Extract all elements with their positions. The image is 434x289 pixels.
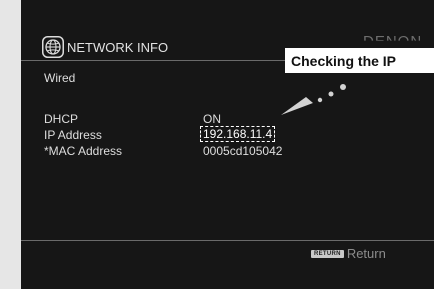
pointer-dot-3 xyxy=(340,84,346,90)
pointer-dot-1 xyxy=(317,97,323,103)
network-info-screen: DENON NETWORK INFO Wired DHCP ON IP Addr… xyxy=(21,0,434,289)
pointer-dot-2 xyxy=(328,91,334,97)
callout-pointer xyxy=(281,84,346,115)
callout-arrow xyxy=(281,97,313,115)
